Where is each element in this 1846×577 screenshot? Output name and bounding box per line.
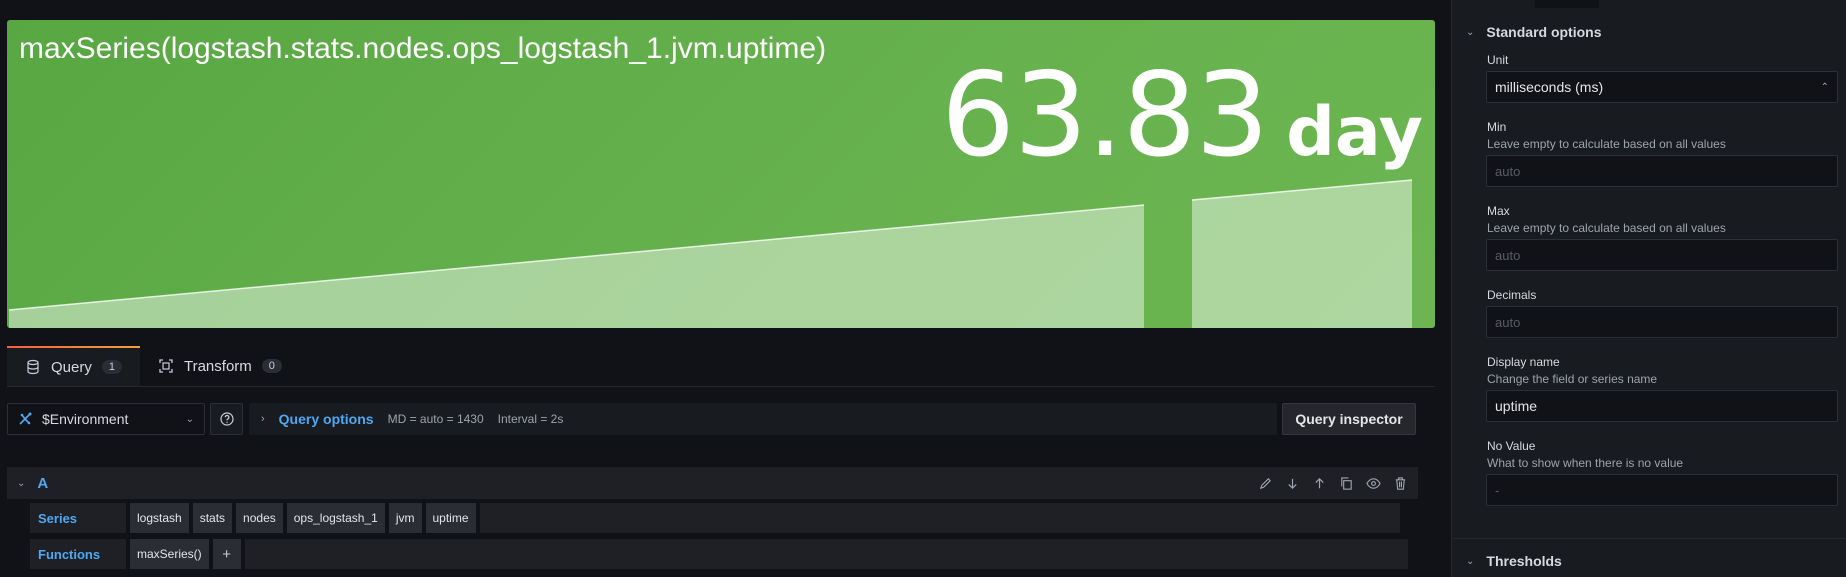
stat-value: 63.83 day: [941, 48, 1423, 183]
stat-number: 63.83: [941, 48, 1269, 183]
add-function-button[interactable]: +: [212, 539, 241, 569]
decimals-input[interactable]: auto: [1486, 306, 1838, 338]
chevron-down-icon: ⌄: [1466, 26, 1475, 38]
query-options-bar[interactable]: › Query options MD = auto = 1430 Interva…: [249, 403, 1277, 435]
series-segment[interactable]: ops_logstash_1: [286, 503, 385, 533]
graphite-datasource-icon: [19, 412, 32, 425]
min-label: Min: [1487, 120, 1507, 134]
stat-unit: day: [1286, 93, 1423, 172]
chevron-right-icon: ›: [261, 413, 265, 425]
database-icon: [27, 359, 39, 375]
no-value-input[interactable]: -: [1486, 474, 1838, 506]
interval-text: Interval = 2s: [497, 412, 564, 426]
min-description: Leave empty to calculate based on all va…: [1487, 137, 1726, 151]
max-placeholder: auto: [1495, 247, 1521, 263]
tabs-divider: [7, 386, 1435, 387]
sparkline-area-1: [9, 205, 1144, 328]
pane-tab-notch: [1535, 0, 1599, 8]
unit-value: milliseconds (ms): [1495, 79, 1604, 95]
query-inspector-button[interactable]: Query inspector: [1282, 403, 1416, 435]
min-placeholder: auto: [1495, 163, 1521, 179]
series-filler: [479, 503, 1400, 533]
trash-icon[interactable]: [1393, 476, 1408, 491]
max-data-points-text: MD = auto = 1430: [387, 412, 484, 426]
options-pane: ⌄ Standard options Unit milliseconds (ms…: [1451, 0, 1846, 577]
no-value-description: What to show when there is no value: [1487, 456, 1684, 470]
collapse-icon[interactable]: ⌄: [17, 478, 25, 489]
functions-filler: [244, 539, 1408, 569]
standard-options-header[interactable]: ⌄ Standard options: [1466, 24, 1602, 40]
thresholds-header[interactable]: ⌄ Thresholds: [1466, 553, 1562, 569]
datasource-help-button[interactable]: [210, 403, 243, 435]
edit-icon[interactable]: [1258, 476, 1273, 491]
tab-query[interactable]: Query 1: [7, 346, 140, 386]
display-name-input[interactable]: uptime: [1486, 390, 1838, 422]
functions-label: Functions: [30, 539, 126, 569]
max-label: Max: [1487, 204, 1510, 218]
functions-row: Functions maxSeries() +: [30, 539, 1408, 569]
chevron-down-icon: ⌄: [185, 413, 194, 425]
series-segment[interactable]: stats: [192, 503, 233, 533]
query-row-actions: [1258, 476, 1408, 491]
chevron-down-icon: ⌄: [1466, 555, 1475, 567]
series-segment[interactable]: jvm: [388, 503, 422, 533]
arrow-up-icon[interactable]: [1312, 476, 1327, 491]
query-row-header[interactable]: ⌄ A: [7, 467, 1418, 499]
pane-splitter[interactable]: [1437, 0, 1451, 577]
thresholds-title: Thresholds: [1486, 553, 1562, 569]
function-chip[interactable]: maxSeries(): [130, 539, 209, 569]
standard-options-title: Standard options: [1486, 24, 1602, 40]
no-value-placeholder: -: [1495, 482, 1500, 498]
min-input[interactable]: auto: [1486, 155, 1838, 187]
display-name-label: Display name: [1487, 355, 1560, 369]
tab-transform[interactable]: Transform 0: [140, 346, 300, 386]
panel-title: maxSeries(logstash.stats.nodes.ops_logst…: [19, 32, 827, 65]
display-name-description: Change the field or series name: [1487, 372, 1658, 386]
datasource-name: $Environment: [42, 411, 129, 427]
display-name-value: uptime: [1495, 398, 1538, 414]
query-options-label[interactable]: Query options: [279, 411, 374, 427]
arrow-down-icon[interactable]: [1285, 476, 1300, 491]
copy-icon[interactable]: [1339, 476, 1354, 491]
series-segment[interactable]: nodes: [236, 503, 283, 533]
max-input[interactable]: auto: [1486, 239, 1838, 271]
eye-icon[interactable]: [1366, 476, 1381, 491]
tab-transform-label: Transform: [183, 357, 252, 375]
chevron-up-icon: ⌃: [1820, 81, 1829, 93]
unit-label: Unit: [1487, 53, 1509, 67]
pane-divider: [1452, 538, 1846, 539]
series-row: Series logstash stats nodes ops_logstash…: [30, 503, 1400, 533]
tab-query-label: Query: [51, 358, 92, 376]
tab-transform-count: 0: [261, 359, 282, 373]
series-segment[interactable]: logstash: [130, 503, 189, 533]
decimals-placeholder: auto: [1495, 314, 1521, 330]
unit-select[interactable]: milliseconds (ms) ⌃: [1486, 71, 1838, 103]
series-segment[interactable]: uptime: [425, 503, 476, 533]
datasource-picker[interactable]: $Environment ⌄: [7, 403, 205, 435]
sparkline-area-2: [1192, 180, 1412, 328]
stat-panel[interactable]: maxSeries(logstash.stats.nodes.ops_logst…: [7, 20, 1435, 328]
max-description: Leave empty to calculate based on all va…: [1487, 221, 1726, 235]
decimals-label: Decimals: [1487, 288, 1537, 302]
series-label: Series: [30, 503, 126, 533]
query-ref-id[interactable]: A: [37, 475, 48, 492]
editor-tabs: Query 1 Transform 0: [7, 346, 300, 386]
tab-query-count: 1: [101, 360, 122, 374]
question-circle-icon: [219, 412, 234, 426]
transform-icon: [159, 359, 173, 373]
no-value-label: No Value: [1487, 439, 1536, 453]
